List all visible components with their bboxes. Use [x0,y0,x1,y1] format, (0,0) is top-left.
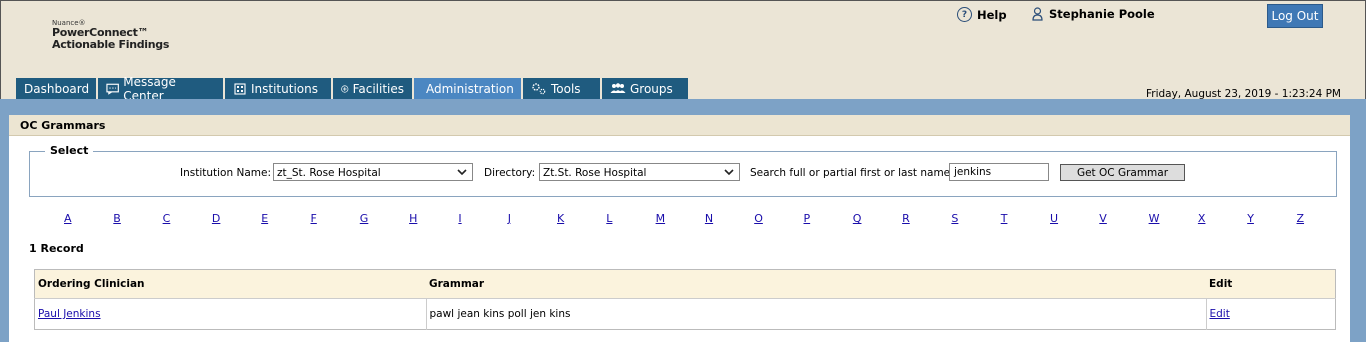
clinician-link[interactable]: Paul Jenkins [38,308,101,320]
panel-title: OC Grammars [9,115,1350,136]
letter-link-v[interactable]: V [1099,212,1107,225]
user-icon [1032,7,1043,21]
record-count: 1 Record [29,242,84,255]
tab-label: Dashboard [24,81,90,96]
letter-link-a[interactable]: A [64,212,72,225]
tab-message-center[interactable]: Message Center [98,75,225,103]
clinician-cell: Paul Jenkins [34,298,427,330]
letter-link-e[interactable]: E [261,212,268,225]
institution-value: zt_St. Rose Hospital [277,167,381,179]
help-link[interactable]: ? Help [957,7,1007,22]
letter-link-w[interactable]: W [1149,212,1160,225]
tab-label: Facilities [352,81,404,96]
product-line2: Actionable Findings [52,38,170,51]
oc-grammars-panel: OC Grammars Select Institution Name: zt_… [9,115,1350,342]
tab-label: Tools [551,81,581,96]
letter-link-n[interactable]: N [705,212,713,225]
brand-logo: Nuance® PowerConnect™ Actionable Finding… [52,19,169,51]
search-label: Search full or partial first or last nam… [750,167,954,179]
select-legend: Select [45,144,94,157]
directory-value: Zt.St. Rose Hospital [543,167,647,179]
letter-link-h[interactable]: H [409,212,417,225]
letter-link-q[interactable]: Q [853,212,862,225]
letter-link-p[interactable]: P [804,212,811,225]
group-icon [610,83,626,93]
letter-link-m[interactable]: M [656,212,666,225]
table-header-row: Ordering Clinician Grammar Edit [34,269,1336,299]
letter-link-i[interactable]: I [458,212,461,225]
institution-select[interactable]: zt_St. Rose Hospital [273,163,473,181]
letter-link-g[interactable]: G [360,212,369,225]
grammar-table: Ordering Clinician Grammar Edit Paul Jen… [34,269,1336,330]
institution-label: Institution Name: [180,167,271,179]
letter-link-r[interactable]: R [902,212,910,225]
select-fieldset: Select Institution Name: zt_St. Rose Hos… [29,144,1337,197]
get-oc-grammar-button[interactable]: Get OC Grammar [1060,164,1185,181]
edit-link[interactable]: Edit [1210,308,1230,320]
main-tabs: Dashboard Message Center Institutions Fa… [16,75,690,103]
logout-button[interactable]: Log Out [1267,4,1323,28]
letter-link-d[interactable]: D [212,212,220,225]
letter-link-j[interactable]: J [508,212,511,225]
directory-select[interactable]: Zt.St. Rose Hospital [539,163,740,181]
help-icon: ? [957,7,972,22]
tab-label: Administration [426,81,514,96]
letter-link-t[interactable]: T [1001,212,1008,225]
alphabet-filter: A B C D E F G H I J K L M N O P Q R S T U V W X Y Z [9,212,1350,228]
tab-label: Groups [630,81,673,96]
column-header-grammar: Grammar [426,269,1206,299]
plus-circle-icon [341,84,349,93]
gears-icon [532,83,546,95]
letter-link-u[interactable]: U [1050,212,1058,225]
search-input[interactable]: jenkins [949,163,1049,181]
letter-link-y[interactable]: Y [1247,212,1254,225]
tab-groups[interactable]: Groups [602,78,690,99]
filter-row: Institution Name: zt_St. Rose Hospital D… [30,163,1336,183]
tab-institutions[interactable]: Institutions [225,78,333,99]
chevron-down-icon [724,169,734,176]
letter-link-b[interactable]: B [113,212,121,225]
column-header-clinician: Ordering Clinician [34,269,426,299]
tab-tools[interactable]: Tools [523,78,602,99]
letter-link-c[interactable]: C [163,212,171,225]
tab-administration[interactable]: Administration [414,78,523,99]
table-row: Paul Jenkins pawl jean kins poll jen kin… [34,298,1336,330]
tab-label: Institutions [251,81,318,96]
letter-link-x[interactable]: X [1198,212,1206,225]
column-header-edit: Edit [1206,269,1336,299]
letter-link-z[interactable]: Z [1297,212,1305,225]
user-name: Stephanie Poole [1049,7,1155,21]
edit-cell: Edit [1206,299,1336,330]
help-label: Help [977,7,1007,22]
message-icon [106,83,119,95]
letter-link-l[interactable]: L [606,212,612,225]
tab-facilities[interactable]: Facilities [333,78,414,99]
letter-link-k[interactable]: K [557,212,564,225]
letter-link-f[interactable]: F [311,212,317,225]
letter-link-o[interactable]: O [754,212,763,225]
building-icon [234,83,246,95]
letter-link-s[interactable]: S [951,212,958,225]
directory-label: Directory: [484,167,536,179]
tab-dashboard[interactable]: Dashboard [16,78,98,99]
user-menu[interactable]: Stephanie Poole [1032,7,1155,21]
chevron-down-icon [457,169,467,176]
grammar-cell: pawl jean kins poll jen kins [426,298,1207,330]
